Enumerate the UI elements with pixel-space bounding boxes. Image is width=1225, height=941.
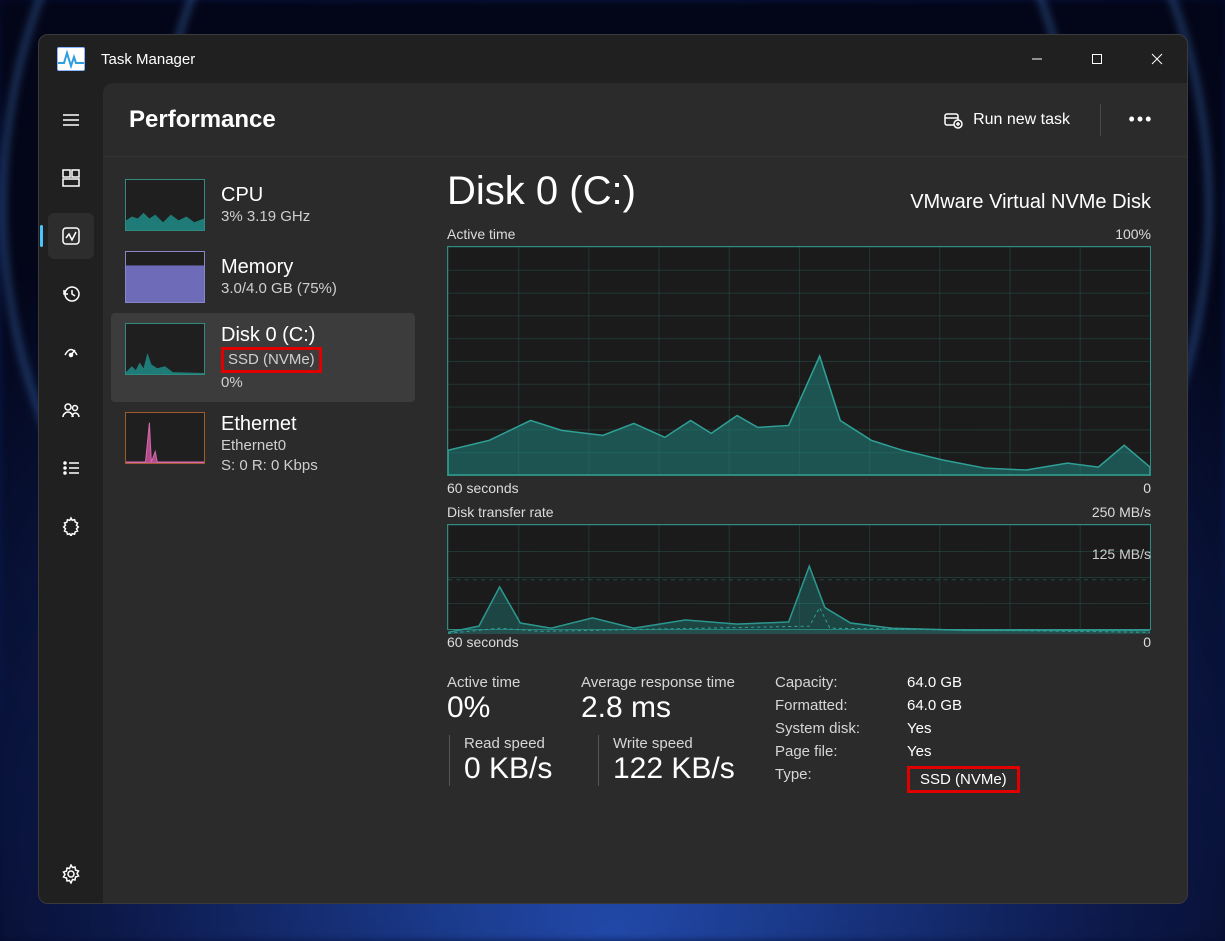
run-new-task-button[interactable]: Run new task: [933, 102, 1080, 138]
resource-sub: Ethernet0: [221, 436, 318, 456]
nav-details[interactable]: [48, 445, 94, 491]
stats-row: Active time 0% Average response time 2.8…: [447, 674, 1151, 793]
chart1-xleft: 60 seconds: [447, 480, 519, 496]
resource-sub2: 0%: [221, 373, 322, 393]
read-speed-label: Read speed: [464, 735, 574, 752]
formatted-k: Formatted:: [775, 697, 895, 714]
app-title: Task Manager: [101, 51, 195, 68]
disk-mini-chart: [125, 323, 205, 375]
nav-startup[interactable]: [48, 329, 94, 375]
detail-title: Disk 0 (C:): [447, 169, 636, 214]
avg-resp-value: 2.8 ms: [581, 691, 735, 725]
transfer-rate-chart: [447, 524, 1151, 630]
resource-name: Memory: [221, 255, 337, 279]
more-options-button[interactable]: •••: [1121, 100, 1161, 140]
nav-performance[interactable]: [48, 213, 94, 259]
chart1-label: Active time: [447, 226, 515, 242]
stats-table: Capacity: 64.0 GB Formatted: 64.0 GB Sys…: [775, 674, 1020, 793]
chart2-xright: 0: [1143, 634, 1151, 650]
resource-sub: SSD (NVMe): [221, 347, 322, 373]
write-speed-label: Write speed: [613, 735, 735, 752]
type-k: Type:: [775, 766, 895, 793]
content-header: Performance Run new task •••: [103, 83, 1187, 157]
page-k: Page file:: [775, 743, 895, 760]
chart2-xleft: 60 seconds: [447, 634, 519, 650]
close-button[interactable]: [1127, 35, 1187, 83]
resource-sub2: S: 0 R: 0 Kbps: [221, 456, 318, 476]
window-controls: [1007, 35, 1187, 83]
capacity-v: 64.0 GB: [907, 674, 1020, 691]
active-time-chart: [447, 246, 1151, 476]
resource-item-ethernet[interactable]: Ethernet Ethernet0 S: 0 R: 0 Kbps: [111, 402, 415, 485]
active-time-chart-block: Active time 100% 60 seconds 0: [447, 226, 1151, 496]
system-k: System disk:: [775, 720, 895, 737]
transfer-chart-block: Disk transfer rate 250 MB/s: [447, 504, 1151, 650]
chart1-xright: 0: [1143, 480, 1151, 496]
resource-name: CPU: [221, 183, 310, 207]
resource-name: Ethernet: [221, 412, 318, 436]
nav-users[interactable]: [48, 387, 94, 433]
detail-pane: Disk 0 (C:) VMware Virtual NVMe Disk Act…: [423, 157, 1187, 903]
write-speed-value: 122 KB/s: [613, 752, 735, 786]
active-time-value: 0%: [447, 691, 557, 725]
type-v: SSD (NVMe): [907, 766, 1020, 793]
hamburger-button[interactable]: [48, 97, 94, 143]
divider: [1100, 104, 1101, 136]
maximize-button[interactable]: [1067, 35, 1127, 83]
chart1-max: 100%: [1115, 226, 1151, 242]
resource-sub: 3.0/4.0 GB (75%): [221, 279, 337, 299]
system-v: Yes: [907, 720, 1020, 737]
nav-settings[interactable]: [48, 851, 94, 897]
resource-item-cpu[interactable]: CPU 3% 3.19 GHz: [111, 169, 415, 241]
avg-resp-label: Average response time: [581, 674, 735, 691]
active-time-label: Active time: [447, 674, 557, 691]
page-v: Yes: [907, 743, 1020, 760]
capacity-k: Capacity:: [775, 674, 895, 691]
minimize-button[interactable]: [1007, 35, 1067, 83]
nav-processes[interactable]: [48, 155, 94, 201]
resource-name: Disk 0 (C:): [221, 323, 322, 347]
chart2-max: 250 MB/s: [1092, 504, 1151, 520]
nav-rail: [39, 83, 103, 903]
memory-mini-chart: [125, 251, 205, 303]
task-manager-window: Task Manager: [38, 34, 1188, 904]
resource-item-memory[interactable]: Memory 3.0/4.0 GB (75%): [111, 241, 415, 313]
app-icon: [57, 47, 85, 71]
run-task-label: Run new task: [973, 111, 1070, 129]
nav-services[interactable]: [48, 503, 94, 549]
resource-list: CPU 3% 3.19 GHz Memory 3.0/4.0 GB (75%): [103, 157, 423, 903]
chart2-mid: 125 MB/s: [1092, 546, 1151, 562]
chart2-label: Disk transfer rate: [447, 504, 554, 520]
section-title: Performance: [129, 106, 276, 134]
resource-sub: 3% 3.19 GHz: [221, 207, 310, 227]
net-mini-chart: [125, 412, 205, 464]
resource-item-disk[interactable]: Disk 0 (C:) SSD (NVMe) 0%: [111, 313, 415, 402]
nav-app-history[interactable]: [48, 271, 94, 317]
titlebar: Task Manager: [39, 35, 1187, 83]
cpu-mini-chart: [125, 179, 205, 231]
detail-device: VMware Virtual NVMe Disk: [910, 191, 1151, 214]
formatted-v: 64.0 GB: [907, 697, 1020, 714]
read-speed-value: 0 KB/s: [464, 752, 574, 786]
